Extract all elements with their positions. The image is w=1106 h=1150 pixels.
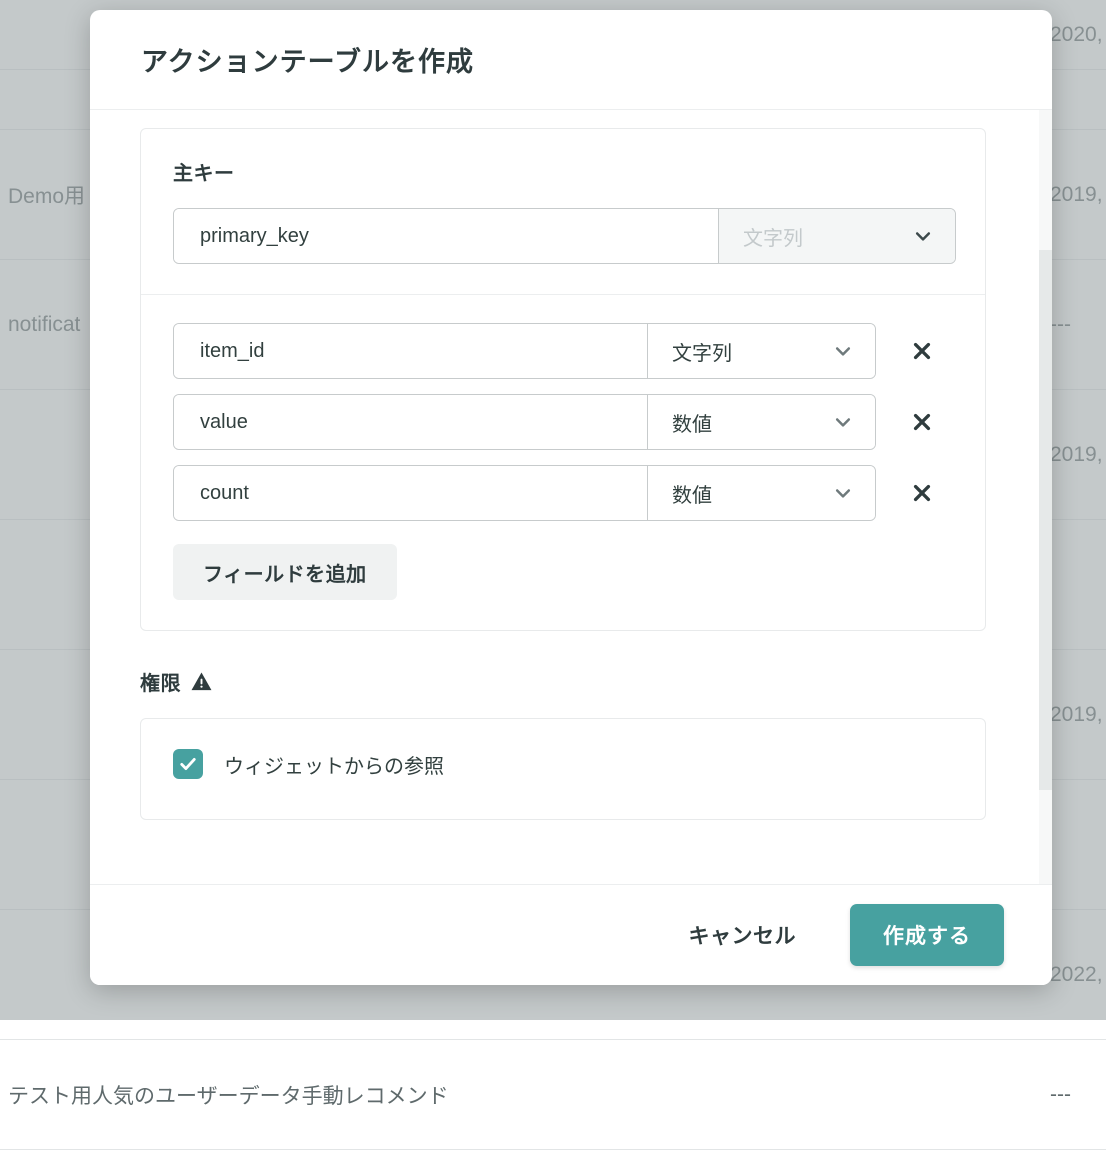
permission-item: ウィジェットからの参照 (173, 749, 953, 779)
permissions-header: 権限 (140, 667, 986, 696)
remove-field-button[interactable] (898, 398, 946, 446)
permissions-card: ウィジェットからの参照 (140, 718, 986, 820)
primary-key-type-select: 文字列 (719, 209, 955, 263)
field-group: 数値 (173, 394, 876, 450)
add-field-button[interactable]: フィールドを追加 (173, 544, 397, 600)
background-table-row: テスト用人気のユーザーデータ手動レコメンド --- (0, 1040, 1106, 1150)
chevron-down-icon (833, 483, 853, 503)
field-name-input[interactable] (174, 324, 647, 378)
dialog-scrollbar-thumb[interactable] (1039, 250, 1052, 790)
chevron-down-icon (833, 412, 853, 432)
remove-field-button[interactable] (898, 327, 946, 375)
field-type-value: 文字列 (672, 337, 732, 366)
schema-card: 主キー 文字列 文字列数値数値 (140, 128, 986, 631)
close-x-icon (911, 482, 933, 504)
primary-key-field-group: 文字列 (173, 208, 956, 264)
chevron-down-icon (833, 341, 853, 361)
permission-checkbox[interactable] (173, 749, 203, 779)
cancel-button[interactable]: キャンセル (685, 910, 801, 960)
primary-key-label: 主キー (173, 157, 953, 186)
field-type-value: 数値 (672, 479, 712, 508)
field-group: 文字列 (173, 323, 876, 379)
dialog-scrollbar-track[interactable] (1039, 110, 1052, 884)
create-button[interactable]: 作成する (850, 904, 1004, 966)
permissions-title: 権限 (140, 667, 181, 696)
dialog-body: 主キー 文字列 文字列数値数値 (90, 110, 1052, 884)
fields-section: 文字列数値数値 フィールドを追加 (141, 294, 985, 630)
field-group: 数値 (173, 465, 876, 521)
close-x-icon (911, 411, 933, 433)
primary-key-name-input[interactable] (174, 209, 718, 263)
fields-list: 文字列数値数値 (173, 323, 953, 521)
field-row: 文字列 (173, 323, 953, 379)
field-row: 数値 (173, 465, 953, 521)
remove-field-button[interactable] (898, 469, 946, 517)
field-type-select[interactable]: 数値 (648, 466, 875, 520)
dialog-footer: キャンセル 作成する (90, 884, 1052, 985)
field-name-input[interactable] (174, 466, 647, 520)
background-cell-date: --- (1050, 1083, 1071, 1107)
chevron-down-icon (913, 226, 933, 246)
close-x-icon (911, 340, 933, 362)
checkmark-icon (178, 754, 198, 774)
page-title: アクションテーブルを作成 (141, 40, 474, 79)
background-cell-name: テスト用人気のユーザーデータ手動レコメンド (8, 1080, 449, 1110)
field-type-select[interactable]: 文字列 (648, 324, 875, 378)
primary-key-section: 主キー 文字列 (141, 129, 985, 294)
permissions-list: ウィジェットからの参照 (173, 749, 953, 779)
primary-key-type-value: 文字列 (743, 222, 803, 251)
warning-triangle-icon (190, 670, 213, 693)
field-name-input[interactable] (174, 395, 647, 449)
field-type-value: 数値 (672, 408, 712, 437)
field-row: 数値 (173, 394, 953, 450)
permission-label: ウィジェットからの参照 (224, 750, 444, 779)
field-type-select[interactable]: 数値 (648, 395, 875, 449)
dialog-header: アクションテーブルを作成 (90, 10, 1052, 110)
create-action-table-dialog: アクションテーブルを作成 主キー 文字列 (90, 10, 1052, 985)
